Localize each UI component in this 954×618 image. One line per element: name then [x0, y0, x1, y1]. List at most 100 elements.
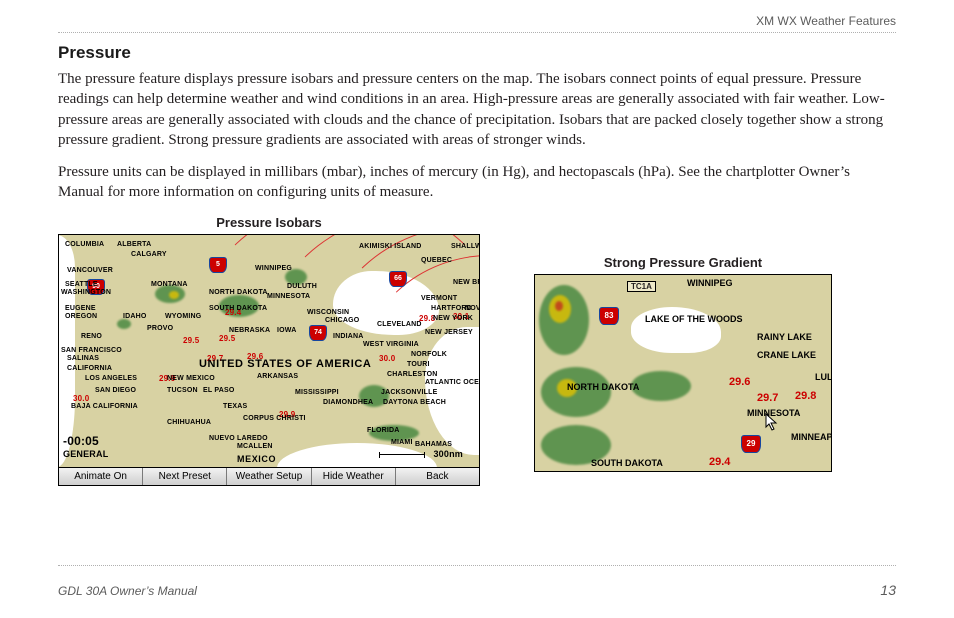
pressure-value: 30.0 [73, 395, 89, 403]
header-section-label: XM WX Weather Features [58, 14, 896, 28]
city-label: WISCONSIN [307, 309, 349, 316]
city-label: CRANE LAKE [757, 351, 816, 360]
body-para-2: Pressure units can be displayed in milli… [58, 162, 896, 203]
tc-box: TC1A [627, 281, 656, 292]
city-label: NEBRASKA [229, 327, 270, 334]
city-label: DAYTONA BEACH [383, 399, 446, 406]
city-label: WASHINGTON [61, 289, 111, 296]
city-label: CLEVELAND [377, 321, 422, 328]
city-label: VERMONT [421, 295, 457, 302]
softkey-animate-on[interactable]: Animate On [59, 468, 143, 485]
chartplotter-frame: 90 5 66 74 29.4 29.5 29.5 29.6 29.7 29.8… [58, 234, 480, 486]
pressure-value: 29.5 [183, 337, 199, 345]
pressure-value: 29.6 [729, 377, 750, 388]
city-label: JACKSONVILLE [381, 389, 437, 396]
softkey-back[interactable]: Back [396, 468, 479, 485]
chartplotter-map: 90 5 66 74 29.4 29.5 29.5 29.6 29.7 29.8… [59, 235, 479, 467]
city-label: LOS ANGELES [85, 375, 137, 382]
footer-manual-title: GDL 30A Owner’s Manual [58, 584, 197, 598]
city-label: OREGON [65, 313, 97, 320]
figure-right-title: Strong Pressure Gradient [604, 255, 762, 270]
city-label: WYOMING [165, 313, 201, 320]
city-label: SEATTLE [65, 281, 98, 288]
city-label: CHARLESTON [387, 371, 437, 378]
city-label: COLUMBIA [65, 241, 104, 248]
footer-page-number: 13 [880, 582, 896, 598]
city-label: RENO [81, 333, 102, 340]
city-label: NEW YORK [433, 315, 473, 322]
city-label: CALIFORNIA [67, 365, 112, 372]
hwy-shield-icon: 66 [389, 271, 407, 287]
city-label: DULUTH [287, 283, 317, 290]
city-label: SAN DIEGO [95, 387, 136, 394]
city-label: AKIMISKI ISLAND [359, 243, 422, 250]
city-label: TEXAS [223, 403, 247, 410]
city-label: CORPUS CHRISTI [243, 415, 306, 422]
city-label: NEW BRU [453, 279, 479, 286]
city-label: WINNIPEG [687, 279, 733, 288]
city-label: NORTH DAKOTA [567, 383, 639, 392]
city-label: CHICAGO [325, 317, 359, 324]
cursor-icon [765, 413, 779, 431]
city-label: EL PASO [203, 387, 234, 394]
city-label: LAKE OF THE WOODS [645, 315, 743, 324]
city-label: NORTH DAKOTA [209, 289, 268, 296]
pressure-value: 29.5 [219, 335, 235, 343]
ocean-label: ATLANTIC OCEAN [425, 379, 479, 386]
city-label: MONTANA [151, 281, 188, 288]
city-label: MISSISSIPPI [295, 389, 339, 396]
city-label: SAN FRANCISCO [61, 347, 122, 354]
city-label: CHIHUAHUA [167, 419, 211, 426]
city-label: DIAMONDHEA [323, 399, 373, 406]
city-label: MCALLEN [237, 443, 273, 450]
city-label: TUCSON [167, 387, 198, 394]
hwy-shield-icon: 74 [309, 325, 327, 341]
figure-strong-gradient: Strong Pressure Gradient TC1A 83 29 29.6… [534, 255, 832, 472]
city-label: NEW MEXICO [167, 375, 215, 382]
city-label: IOWA [277, 327, 296, 334]
city-label: VANCOUVER [67, 267, 113, 274]
city-label: IDAHO [123, 313, 147, 320]
city-label: SALINAS [67, 355, 99, 362]
hwy-shield-icon: 29 [741, 435, 761, 453]
softkey-weather-setup[interactable]: Weather Setup [227, 468, 311, 485]
softkey-next-preset[interactable]: Next Preset [143, 468, 227, 485]
map-mode-overlay: GENERAL [63, 450, 108, 459]
city-label: WEST VIRGINIA [363, 341, 419, 348]
softkey-hide-weather[interactable]: Hide Weather [312, 468, 396, 485]
city-label: NORFOLK [411, 351, 447, 358]
city-label: SHALLW [451, 243, 479, 250]
section-title: Pressure [58, 43, 896, 63]
hwy-shield-icon: 5 [209, 257, 227, 273]
city-label: FLORIDA [367, 427, 400, 434]
city-label: NEW JERSEY [425, 329, 473, 336]
city-label: LUL [815, 373, 832, 382]
city-label: SOUTH DAKOTA [591, 459, 663, 468]
zoom-map: TC1A 83 29 29.6 29.7 29.8 29.4 WINNIPEG … [534, 274, 832, 472]
map-scale-overlay: 300nm [433, 450, 463, 459]
header-rule [58, 32, 896, 33]
figure-left-title: Pressure Isobars [216, 215, 322, 230]
city-label: NUEVO LAREDO [209, 435, 268, 442]
softkey-bar: Animate On Next Preset Weather Setup Hid… [59, 467, 479, 485]
city-label: SOUTH DAKOTA [209, 305, 267, 312]
city-label: RAINY LAKE [757, 333, 812, 342]
city-label: QUEBEC [421, 257, 452, 264]
city-label: MINNESOTA [267, 293, 310, 300]
city-label: MINNEAP [791, 433, 832, 442]
city-label: TOURI [407, 361, 430, 368]
hwy-shield-icon: 83 [599, 307, 619, 325]
country-label: UNITED STATES OF AMERICA [199, 359, 371, 370]
city-label: BAJA CALIFORNIA [71, 403, 138, 410]
country-label: MEXICO [237, 455, 276, 464]
map-time-overlay: -00:05 [63, 435, 99, 447]
city-label: BAHAMAS [415, 441, 452, 448]
city-label: NOV [465, 305, 479, 312]
city-label: PROVO [147, 325, 173, 332]
city-label: ARKANSAS [257, 373, 298, 380]
figure-pressure-isobars: Pressure Isobars [58, 215, 480, 486]
pressure-value: 29.8 [795, 391, 816, 402]
body-para-1: The pressure feature displays pressure i… [58, 69, 896, 150]
city-label: WINNIPEG [255, 265, 292, 272]
pressure-value: 29.4 [709, 457, 730, 468]
